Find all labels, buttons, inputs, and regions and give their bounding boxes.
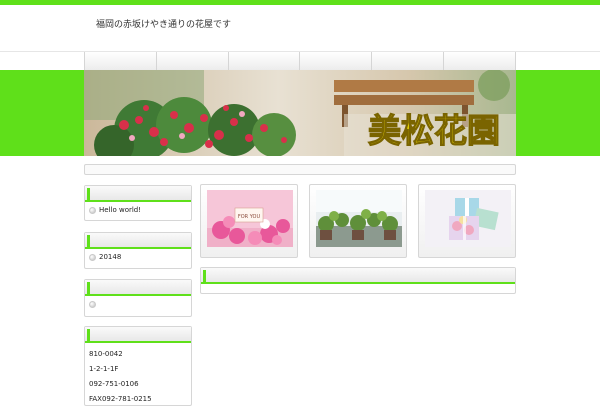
- nav-item[interactable]: [155, 52, 228, 70]
- widget-header: [85, 280, 191, 296]
- header-accent: [87, 282, 90, 294]
- header-band-left: [0, 70, 84, 156]
- feature-card[interactable]: [309, 184, 407, 258]
- content-section: [200, 267, 516, 294]
- main-navigation: [0, 51, 600, 70]
- postal-code: 810-0042: [89, 350, 123, 358]
- header-accent: [87, 188, 90, 200]
- feature-card[interactable]: FOR YOU: [200, 184, 298, 258]
- post-link-label: Hello world!: [99, 206, 142, 214]
- widget-recent-posts: Hello world!: [84, 185, 192, 221]
- hero-banner: 美松花園: [84, 70, 516, 156]
- bullet-icon: [89, 253, 96, 261]
- widget-shop-info: 810-0042 1-2-1-1F 092-751-0106 FAX092-78…: [84, 326, 192, 406]
- header-band-right: [516, 70, 600, 156]
- header-accent: [203, 270, 206, 282]
- site-tagline: 福岡の赤坂けやき通りの花屋です: [96, 20, 232, 30]
- bullet-icon: [89, 300, 96, 308]
- nav-item[interactable]: [227, 52, 300, 70]
- top-accent-bar: [0, 0, 600, 5]
- header-accent: [87, 235, 90, 247]
- widget-header: [85, 186, 191, 202]
- hero-title: 美松花園: [368, 111, 500, 150]
- archive-link-label: 20148: [99, 253, 122, 261]
- widget-header: [85, 233, 191, 249]
- breadcrumb-strip: [84, 164, 516, 175]
- widget-archives: 20148: [84, 232, 192, 269]
- bouquet-image: FOR YOU: [207, 190, 293, 247]
- nav-item[interactable]: [371, 52, 444, 70]
- feature-card[interactable]: [418, 184, 516, 258]
- widget-header: [85, 327, 191, 343]
- phone-number: 092-751-0106: [89, 380, 139, 388]
- gift-box-image: [425, 190, 511, 247]
- post-link[interactable]: Hello world!: [85, 202, 191, 218]
- widget-categories: [84, 279, 192, 317]
- nav-item[interactable]: [84, 52, 156, 70]
- card-caption: FOR YOU: [238, 214, 261, 220]
- bullet-icon: [89, 206, 96, 214]
- address: 1-2-1-1F: [89, 365, 119, 373]
- nav-item[interactable]: [443, 52, 516, 70]
- archive-link[interactable]: 20148: [85, 249, 191, 265]
- header-accent: [87, 329, 90, 341]
- nav-item[interactable]: [299, 52, 372, 70]
- category-link[interactable]: [85, 296, 191, 312]
- section-header: [201, 268, 515, 284]
- plants-image: [316, 190, 402, 247]
